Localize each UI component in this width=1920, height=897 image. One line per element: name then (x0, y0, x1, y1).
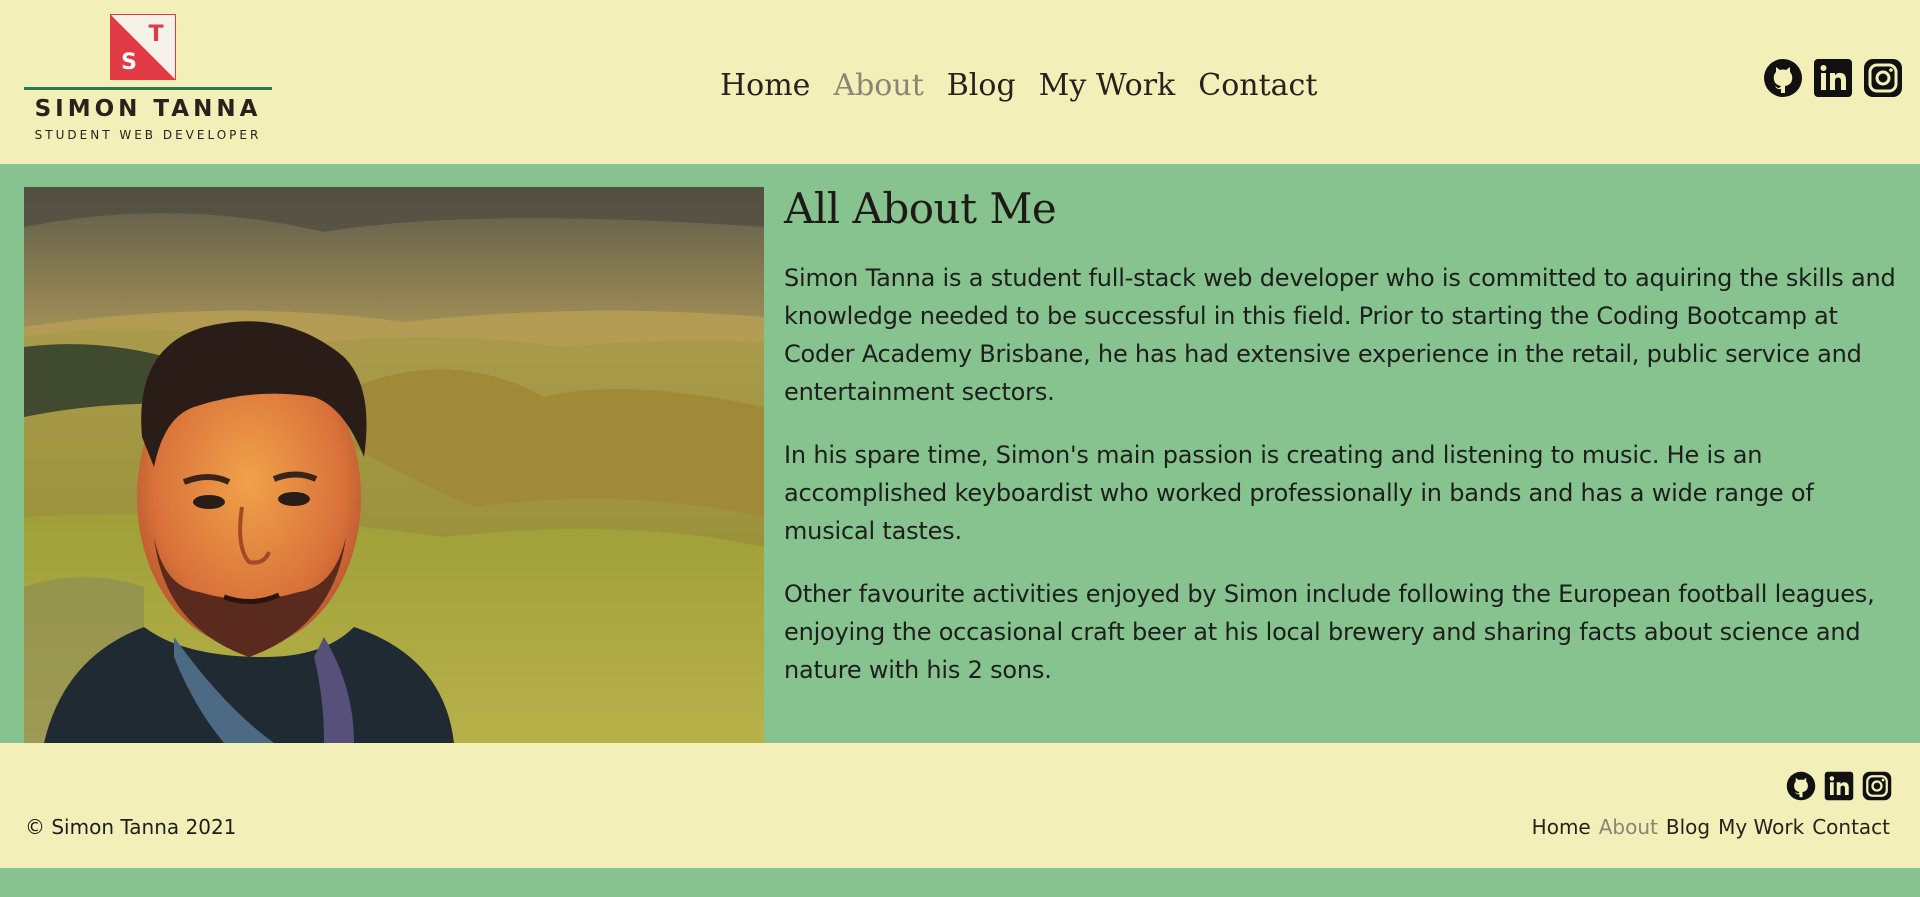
logo-letter-t: T (148, 22, 163, 47)
logo-mark-icon: T S (110, 14, 176, 80)
footer-social-links (1786, 771, 1892, 801)
footer-link-about[interactable]: About (1599, 815, 1658, 839)
footer-link-blog[interactable]: Blog (1666, 815, 1710, 839)
logo-letter-s: S (121, 50, 137, 75)
about-paragraph-2: In his spare time, Simon's main passion … (784, 441, 1814, 545)
linkedin-icon[interactable] (1824, 771, 1854, 801)
about-paragraph-1: Simon Tanna is a student full-stack web … (784, 264, 1896, 406)
footer-link-my-work[interactable]: My Work (1718, 815, 1804, 839)
site-header: T S SIMON TANNA STUDENT WEB DEVELOPER Ho… (0, 0, 1920, 164)
page-title: All About Me (784, 184, 1057, 233)
profile-photo (24, 187, 764, 743)
about-section: All About Me Simon Tanna is a student fu… (0, 164, 1920, 743)
nav-link-my-work[interactable]: My Work (1039, 68, 1176, 112)
github-icon[interactable] (1786, 771, 1816, 801)
about-text: All About Me Simon Tanna is a student fu… (784, 184, 1904, 714)
brand-name: SIMON TANNA (34, 96, 262, 122)
linkedin-icon[interactable] (1813, 58, 1853, 98)
nav-link-contact[interactable]: Contact (1198, 68, 1317, 112)
nav-link-blog[interactable]: Blog (947, 68, 1016, 112)
site-footer: © Simon Tanna 2021 Home About Blog My Wo… (0, 743, 1920, 868)
brand-tagline: STUDENT WEB DEVELOPER (34, 128, 262, 142)
nav-link-about[interactable]: About (833, 68, 923, 112)
instagram-icon[interactable] (1863, 58, 1903, 98)
logo-divider (24, 87, 272, 90)
nav-link-home[interactable]: Home (720, 68, 810, 112)
instagram-icon[interactable] (1862, 771, 1892, 801)
about-paragraph-3: Other favourite activities enjoyed by Si… (784, 580, 1875, 684)
header-social-links (1763, 58, 1903, 98)
github-icon[interactable] (1763, 58, 1803, 98)
main-nav: Home About Blog My Work Contact (720, 68, 1340, 112)
footer-link-contact[interactable]: Contact (1812, 815, 1890, 839)
copyright-text: © Simon Tanna 2021 (25, 815, 237, 839)
bottom-band (0, 868, 1920, 897)
footer-nav: Home About Blog My Work Contact (1524, 815, 1890, 839)
site-logo[interactable]: T S SIMON TANNA STUDENT WEB DEVELOPER (24, 14, 272, 144)
footer-link-home[interactable]: Home (1532, 815, 1591, 839)
